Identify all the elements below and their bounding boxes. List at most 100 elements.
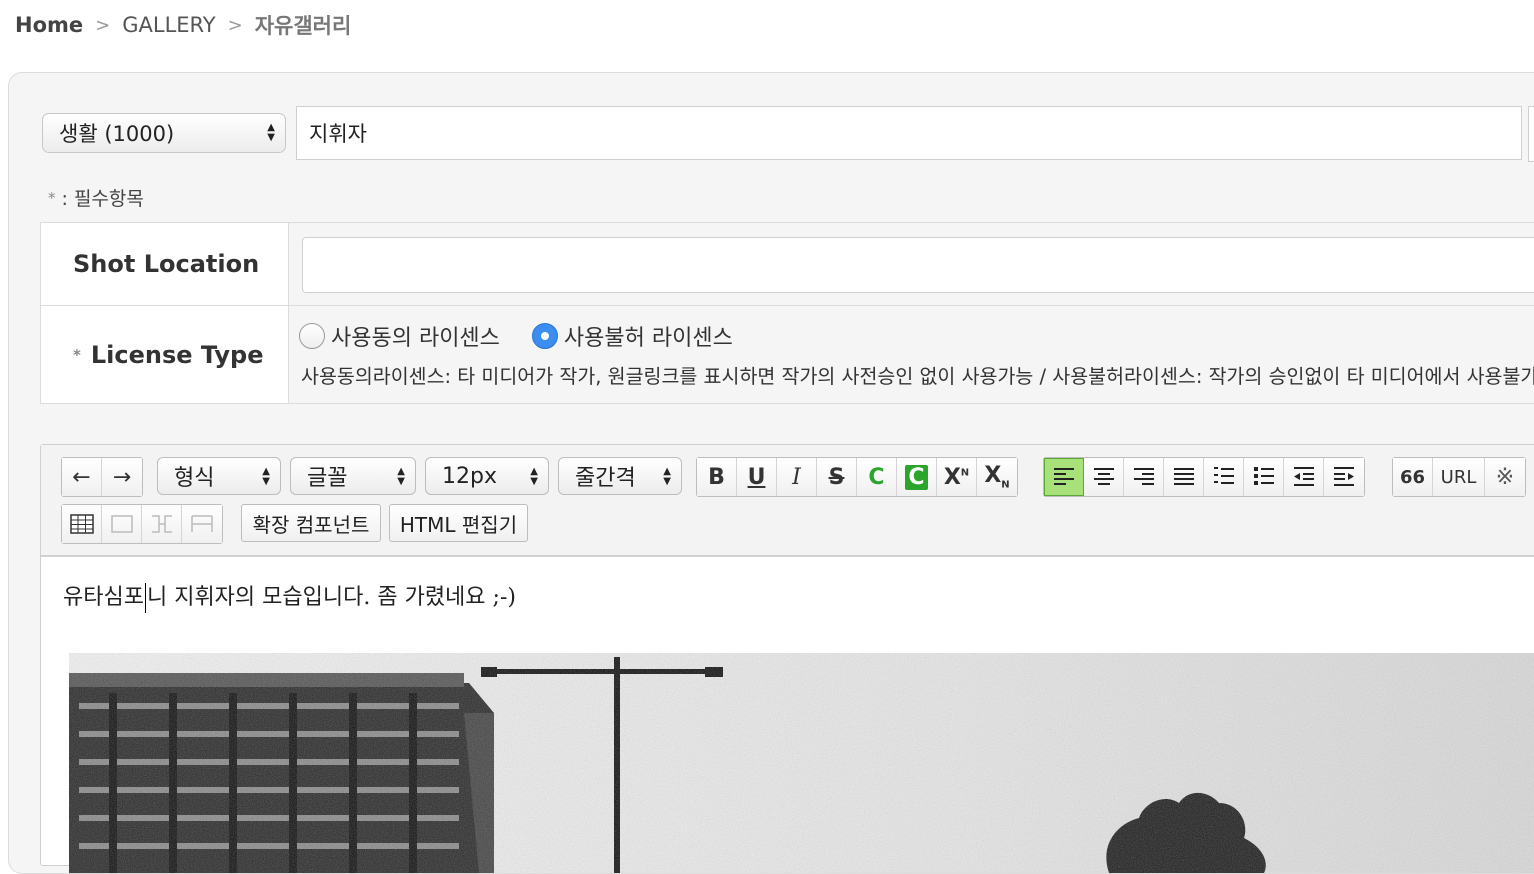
license-type-label: * License Type: [40, 306, 289, 403]
font-color-button[interactable]: C: [857, 458, 897, 496]
breadcrumb-separator-icon: >: [95, 14, 111, 36]
align-right-icon: [1133, 468, 1154, 485]
superscript-icon: XN: [944, 465, 969, 490]
redo-arrow-icon: →: [112, 464, 132, 490]
breadcrumb-current[interactable]: 자유갤러리: [255, 10, 352, 40]
license-type-label-text: License Type: [90, 340, 264, 369]
license-type-cell: 사용동의 라이센스 사용불허 라이센스 사용동의라이센스: 타 미디어가 작가,…: [289, 306, 1534, 403]
required-star-icon: *: [48, 188, 56, 207]
insert-group: 66 URL ※: [1392, 457, 1526, 497]
subscript-icon: XN: [984, 463, 1009, 490]
italic-button[interactable]: I: [777, 458, 817, 496]
special-char-icon: ※: [1495, 464, 1515, 490]
conductor-photo[interactable]: [69, 653, 1534, 873]
category-select[interactable]: 생활 (1000) ▲ ▼: [42, 113, 286, 153]
ordered-list-button[interactable]: [1204, 458, 1244, 496]
background-color-button[interactable]: C: [897, 458, 937, 496]
html-editor-button[interactable]: HTML 편집기: [389, 504, 528, 542]
extend-component-label: 확장 컴포넌트: [252, 512, 370, 537]
align-left-button[interactable]: [1044, 458, 1084, 496]
special-char-button[interactable]: ※: [1485, 458, 1525, 496]
unordered-list-button[interactable]: [1244, 458, 1284, 496]
subscript-x: X: [984, 463, 1002, 489]
underline-button[interactable]: U: [737, 458, 777, 496]
font-color-icon: C: [868, 464, 885, 490]
photo-image: [69, 653, 1534, 873]
breadcrumb-home[interactable]: Home: [15, 13, 83, 37]
license-radio-agree[interactable]: [299, 323, 325, 349]
shot-location-cell: [289, 223, 1534, 305]
superscript-n: N: [960, 467, 970, 479]
required-star-icon: *: [73, 345, 81, 364]
select-arrows-icon: ▲ ▼: [530, 466, 538, 487]
align-justify-icon: [1173, 468, 1194, 485]
license-description: 사용동의라이센스: 타 미디어가 작가, 원글링크를 표시하면 작가의 사전승인…: [301, 365, 1534, 388]
shot-location-label: Shot Location: [40, 223, 289, 305]
url-button[interactable]: URL: [1433, 458, 1485, 496]
editor-text-before-caret: 유타심포: [63, 585, 144, 610]
table-icon: [69, 514, 94, 534]
strike-button[interactable]: S: [817, 458, 857, 496]
select-arrows-icon: ▲ ▼: [267, 122, 275, 143]
select-arrows-icon: ▲ ▼: [397, 466, 405, 487]
breadcrumb-gallery[interactable]: GALLERY: [122, 13, 215, 37]
table-group: [61, 504, 223, 544]
required-note-text: : 필수항목: [61, 188, 144, 210]
font-select[interactable]: 글꼴 ▲ ▼: [290, 457, 416, 495]
shot-location-row: Shot Location: [40, 223, 1534, 306]
outdent-button[interactable]: [1284, 458, 1324, 496]
align-right-button[interactable]: [1124, 458, 1164, 496]
italic-icon: I: [792, 464, 801, 490]
align-center-button[interactable]: [1084, 458, 1124, 496]
unordered-list-icon: [1253, 467, 1274, 485]
table-button[interactable]: [62, 505, 102, 543]
text-caret: [144, 583, 146, 613]
line-height-select-value: 줄간격: [575, 466, 636, 491]
redo-button[interactable]: →: [102, 458, 142, 496]
html-editor-label: HTML 편집기: [399, 512, 518, 537]
size-select-value: 12px: [442, 463, 497, 489]
line-height-select[interactable]: 줄간격 ▲ ▼: [558, 457, 682, 495]
shot-location-input[interactable]: [302, 237, 1534, 293]
format-select-value: 형식: [174, 466, 215, 491]
text-style-group: B U I S C C XN XN: [696, 457, 1018, 497]
subscript-button[interactable]: XN: [977, 458, 1017, 496]
history-group: ← →: [61, 457, 143, 497]
title-side-control[interactable]: [1528, 106, 1534, 162]
font-select-value: 글꼴: [307, 466, 348, 491]
paragraph-group: [1043, 457, 1365, 497]
split-cells-icon: [191, 515, 213, 532]
rich-text-editor: ← → 형식 ▲ ▼ 글꼴 ▲ ▼ 12px ▲ ▼ 줄간격 ▲ ▼ B U I S C…: [40, 444, 1534, 873]
superscript-x: X: [943, 464, 961, 490]
format-select[interactable]: 형식 ▲ ▼: [157, 457, 281, 495]
select-arrows-icon: ▲ ▼: [663, 466, 671, 487]
bold-button[interactable]: B: [697, 458, 737, 496]
category-select-value: 생활 (1000): [59, 122, 175, 146]
underline-icon: U: [747, 464, 766, 490]
superscript-button[interactable]: XN: [937, 458, 977, 496]
align-left-icon: [1054, 468, 1074, 485]
editor-content[interactable]: 유타심포 니 지휘자의 모습입니다. 좀 가렸네요 ;-): [63, 579, 516, 613]
undo-arrow-icon: ←: [72, 464, 91, 490]
quote-button[interactable]: 66: [1393, 458, 1433, 496]
indent-button[interactable]: [1324, 458, 1364, 496]
editor-toolbar: ← → 형식 ▲ ▼ 글꼴 ▲ ▼ 12px ▲ ▼ 줄간격 ▲ ▼ B U I S C…: [41, 445, 1534, 557]
breadcrumb: Home > GALLERY > 자유갤러리: [15, 10, 351, 40]
title-input[interactable]: 지휘자: [296, 106, 1522, 160]
quote-icon: 66: [1399, 466, 1426, 488]
split-cells-button[interactable]: [182, 505, 222, 543]
outdent-icon: [1293, 467, 1314, 486]
license-radio-deny-label[interactable]: 사용불허 라이센스: [564, 320, 733, 352]
box-button[interactable]: [102, 505, 142, 543]
ordered-list-icon: [1213, 467, 1234, 484]
url-icon: URL: [1440, 466, 1477, 488]
license-radio-agree-label[interactable]: 사용동의 라이센스: [331, 320, 500, 352]
merge-cells-button[interactable]: [142, 505, 182, 543]
license-radio-deny[interactable]: [531, 323, 558, 349]
align-justify-button[interactable]: [1164, 458, 1204, 496]
undo-button[interactable]: ←: [62, 458, 102, 496]
subscript-n: N: [1001, 479, 1010, 491]
extend-component-button[interactable]: 확장 컴포넌트: [241, 504, 381, 542]
size-select[interactable]: 12px ▲ ▼: [425, 457, 549, 495]
box-icon: [110, 515, 133, 533]
